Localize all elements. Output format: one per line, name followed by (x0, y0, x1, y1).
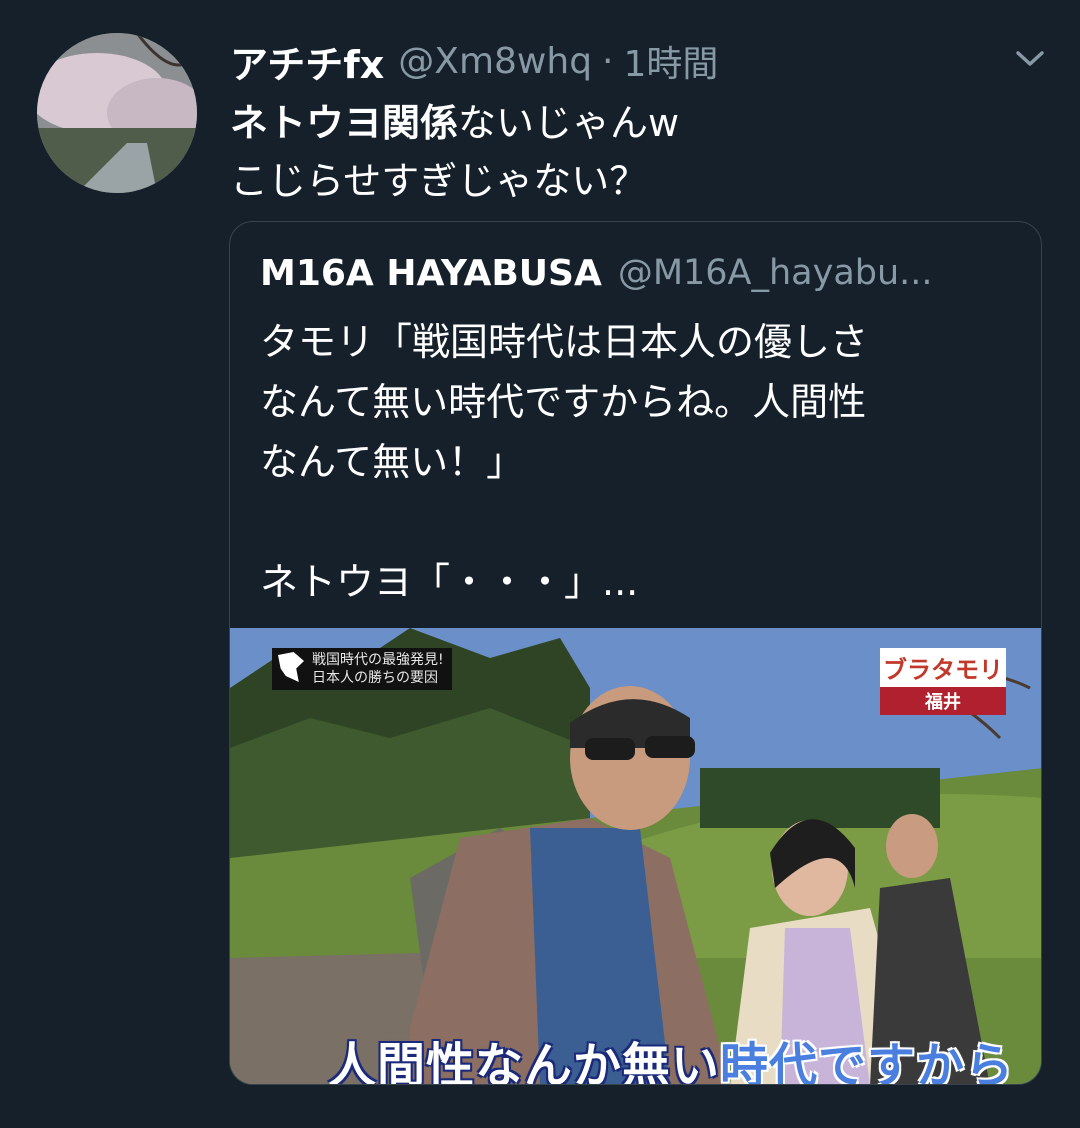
tweet-text: ネトウヨ関係ないじゃんw こじらせすぎじゃない？ (230, 94, 679, 210)
author-handle[interactable]: @Xm8whq (398, 41, 592, 82)
tweet-text-line2: こじらせすぎじゃない？ (230, 159, 648, 203)
tv-subtitle-white: 人間性なんか無い (328, 1038, 721, 1085)
chevron-down-icon[interactable] (1010, 42, 1050, 74)
tv-top-caption-line1: 戦国時代の最強発見! (312, 652, 444, 668)
quoted-author-handle: @M16A_hayabu... (617, 253, 933, 293)
quoted-text-line: なんて無い時代ですからね。人間性 (260, 380, 867, 424)
tv-subtitle: 人間性なんか無い時代ですから (328, 1026, 1015, 1085)
brand-title: ブラタモリ (880, 648, 1006, 687)
quoted-text-line: ネトウヨ「・・・」... (260, 560, 639, 604)
tv-brand-logo: ブラタモリ 福井 (880, 648, 1006, 715)
timestamp[interactable]: 1時間 (624, 35, 719, 87)
quoted-tweet[interactable]: M16A HAYABUSA @M16A_hayabu... タモリ「戦国時代は日… (229, 221, 1042, 1085)
tweet-header: アチチfx @Xm8whq · 1時間 (230, 34, 719, 89)
quoted-tweet-media[interactable]: 戦国時代の最強発見! 日本人の勝ちの要因 ブラタモリ 福井 人間性なんか無い時代… (230, 628, 1041, 1085)
tv-top-caption: 戦国時代の最強発見! 日本人の勝ちの要因 (272, 648, 452, 690)
quoted-author-name: M16A HAYABUSA (260, 252, 602, 294)
quoted-text-line: タモリ「戦国時代は日本人の優しさ (260, 320, 869, 364)
quoted-text-line: なんて無い！」 (260, 440, 525, 484)
quoted-tweet-header: M16A HAYABUSA @M16A_hayabu... (260, 248, 933, 298)
tv-subtitle-blue: 時代ですから (720, 1038, 1015, 1085)
tweet-text-bold: ネトウヨ関係 (230, 101, 459, 145)
separator: · (602, 40, 614, 82)
author-name[interactable]: アチチfx (230, 34, 384, 89)
tweet-text-rest: ないじゃんw (458, 101, 680, 145)
tv-top-caption-line2: 日本人の勝ちの要因 (312, 670, 438, 686)
quoted-tweet-text: タモリ「戦国時代は日本人の優しさ なんて無い時代ですからね。人間性 なんて無い！… (260, 312, 868, 612)
quoted-text-blank (260, 492, 868, 552)
logo-mark-icon (278, 652, 304, 682)
avatar[interactable] (37, 33, 197, 193)
brand-location: 福井 (880, 687, 1006, 715)
